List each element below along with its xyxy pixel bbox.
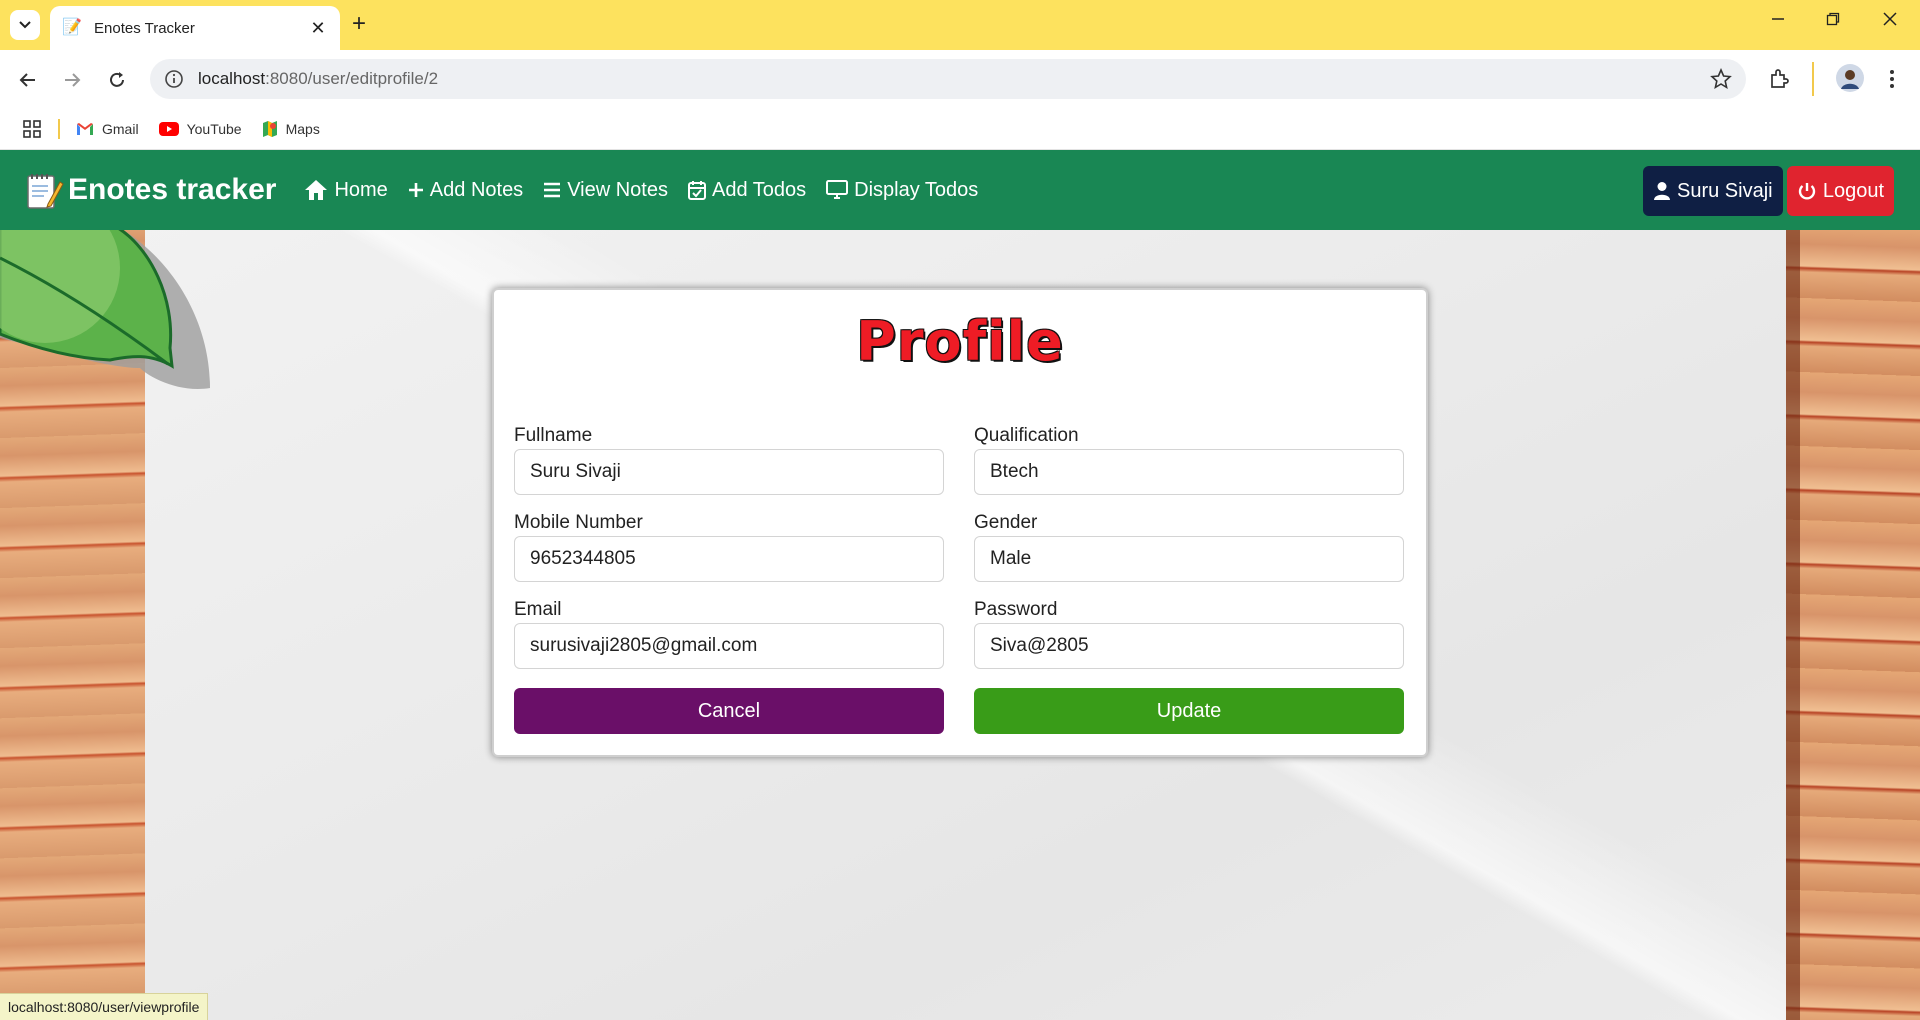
tab-title: Enotes Tracker	[94, 19, 195, 37]
apps-grid-icon[interactable]	[22, 119, 42, 139]
toolbar-divider	[1812, 62, 1814, 96]
email-label: Email	[514, 599, 562, 620]
password-input[interactable]	[974, 623, 1404, 669]
email-input[interactable]	[514, 623, 944, 669]
page-title: Profile	[856, 310, 1064, 373]
gender-label: Gender	[974, 512, 1038, 533]
bookmark-label: YouTube	[186, 120, 242, 137]
mobile-label: Mobile Number	[514, 512, 643, 533]
user-name: Suru Sivaji	[1677, 179, 1773, 202]
update-button[interactable]: Update	[974, 688, 1404, 734]
user-icon	[1654, 182, 1670, 200]
brand-name: Enotes tracker	[68, 173, 277, 206]
forward-icon[interactable]	[58, 66, 86, 94]
calendar-check-icon	[687, 181, 706, 200]
close-window-icon[interactable]	[1875, 10, 1905, 31]
nav-add-notes[interactable]: Add Notes	[408, 179, 523, 202]
nav-display-todos[interactable]: Display Todos	[826, 179, 978, 202]
list-icon	[544, 182, 561, 198]
extensions-icon[interactable]	[1768, 68, 1790, 95]
profile-avatar[interactable]	[1836, 64, 1864, 97]
mobile-input[interactable]	[514, 536, 944, 582]
email-field: Email	[514, 598, 944, 685]
nav-home-label: Home	[334, 178, 388, 201]
gmail-icon	[77, 122, 93, 135]
monitor-icon	[826, 180, 849, 199]
power-icon	[1798, 183, 1816, 200]
fullname-input[interactable]	[514, 449, 944, 495]
profile-card: Profile Fullname Qualification Mobile Nu…	[492, 288, 1428, 757]
restore-icon[interactable]	[1818, 10, 1848, 31]
qualification-field: Qualification	[974, 424, 1404, 511]
browser-tabstrip: 📝 Enotes Tracker ✕ +	[0, 0, 1920, 50]
maps-icon	[262, 120, 277, 137]
logout-button[interactable]: Logout	[1787, 166, 1894, 216]
fullname-label: Fullname	[514, 425, 593, 446]
profile-form: Fullname Qualification Mobile Number Gen…	[514, 424, 1406, 685]
bookmarks-divider	[58, 118, 60, 139]
minimize-icon[interactable]	[1763, 10, 1793, 31]
bookmark-star-icon[interactable]	[1710, 68, 1732, 90]
home-icon	[305, 180, 328, 200]
new-tab-button[interactable]: +	[352, 12, 366, 36]
page-content: Enotes tracker Home Add Notes View Notes…	[0, 150, 1920, 1020]
qualification-label: Qualification	[974, 425, 1079, 446]
plus-icon	[408, 183, 423, 197]
wood-decoration-right	[1786, 228, 1920, 1020]
browser-toolbar: localhost:8080/user/editprofile/2	[0, 50, 1920, 108]
mobile-field: Mobile Number	[514, 511, 944, 598]
form-actions: Cancel Update	[514, 688, 1406, 734]
nav-add-todos[interactable]: Add Todos	[687, 178, 807, 202]
nav-view-notes-label: View Notes	[567, 178, 668, 201]
chevron-down-icon	[19, 21, 31, 29]
youtube-icon	[158, 121, 179, 136]
tab-close-icon[interactable]: ✕	[308, 18, 328, 39]
gender-input[interactable]	[974, 536, 1404, 582]
tab-search-button[interactable]	[10, 10, 40, 40]
password-label: Password	[974, 599, 1058, 620]
url-host: localhost	[198, 69, 266, 88]
bookmark-label: Maps	[285, 120, 320, 137]
site-info-icon[interactable]	[164, 69, 184, 89]
user-profile-button[interactable]: Suru Sivaji	[1643, 166, 1783, 216]
password-field: Password	[974, 598, 1404, 685]
browser-tab[interactable]: 📝 Enotes Tracker ✕	[50, 6, 340, 50]
url-text: localhost:8080/user/editprofile/2	[198, 69, 1710, 89]
url-path: :8080/user/editprofile/2	[265, 69, 439, 88]
bookmark-gmail[interactable]: Gmail	[76, 121, 139, 137]
reload-icon[interactable]	[103, 66, 131, 94]
leaf-decoration	[0, 228, 210, 389]
brand[interactable]: Enotes tracker	[24, 170, 276, 210]
bookmark-maps[interactable]: Maps	[262, 120, 320, 138]
cancel-button[interactable]: Cancel	[514, 688, 944, 734]
back-icon[interactable]	[14, 66, 42, 94]
notepad-favicon-icon: 📝	[62, 19, 82, 36]
status-bar-url: localhost:8080/user/viewprofile	[0, 993, 209, 1020]
bookmark-youtube[interactable]: YouTube	[158, 120, 242, 137]
logout-label: Logout	[1822, 179, 1885, 202]
notepad-icon	[27, 174, 64, 209]
nav-add-notes-label: Add Notes	[429, 178, 524, 201]
address-bar[interactable]: localhost:8080/user/editprofile/2	[150, 59, 1746, 99]
qualification-input[interactable]	[974, 449, 1404, 495]
app-navbar: Enotes tracker Home Add Notes View Notes…	[0, 150, 1920, 230]
bookmark-label: Gmail	[102, 120, 139, 137]
nav-home[interactable]: Home	[304, 178, 388, 202]
bookmarks-bar: Gmail YouTube Maps	[0, 108, 1920, 150]
nav-add-todos-label: Add Todos	[711, 178, 807, 201]
gender-field: Gender	[974, 511, 1404, 598]
nav-display-todos-label: Display Todos	[854, 178, 979, 201]
nav-view-notes[interactable]: View Notes	[543, 179, 668, 202]
fullname-field: Fullname	[514, 424, 944, 511]
browser-menu-icon[interactable]	[1888, 68, 1896, 95]
